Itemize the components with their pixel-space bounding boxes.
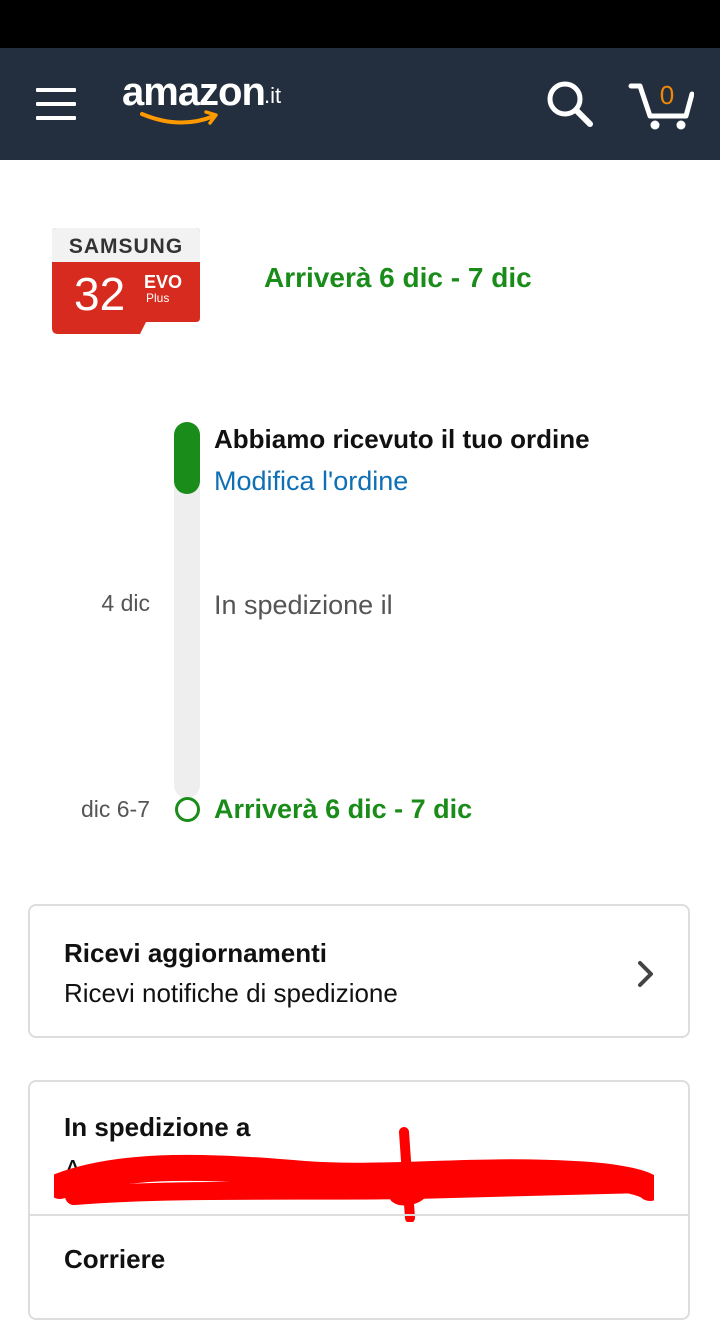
product-image[interactable]: SAMSUNG 32 EVO Plus xyxy=(50,226,202,338)
step-shipping-date: 4 dic xyxy=(101,590,150,616)
card-divider xyxy=(30,1214,688,1216)
svg-text:Plus: Plus xyxy=(146,291,169,305)
tracking-progress-bar xyxy=(174,422,200,494)
modify-order-link[interactable]: Modifica l'ordine xyxy=(214,466,408,497)
chevron-right-icon xyxy=(638,961,653,987)
updates-card-subtitle: Ricevi notifiche di spedizione xyxy=(64,978,398,1008)
arrival-milestone-dot xyxy=(175,797,200,822)
cart-count-badge: 0 xyxy=(659,80,675,110)
step-shipping-label: In spedizione il xyxy=(214,590,393,620)
logo-wordmark: amazon xyxy=(122,70,266,114)
top-navbar: amazon .it 0 xyxy=(0,48,720,160)
logo-tld: .it xyxy=(264,83,282,108)
carrier-title: Corriere xyxy=(64,1244,166,1274)
amazon-logo[interactable]: amazon .it xyxy=(122,68,292,128)
status-bar xyxy=(0,0,720,48)
hamburger-menu-icon[interactable] xyxy=(36,88,76,120)
search-icon xyxy=(547,81,593,127)
cart-button[interactable]: 0 xyxy=(628,76,695,132)
shipping-info-card: In spedizione a A Corriere xyxy=(28,1080,690,1320)
svg-text:SAMSUNG: SAMSUNG xyxy=(69,235,183,258)
step-arrival-date: dic 6-7 xyxy=(80,796,150,822)
redaction-scribble xyxy=(54,1127,654,1222)
step-order-received: Abbiamo ricevuto il tuo ordine xyxy=(214,424,590,454)
smile-arrow-icon xyxy=(140,110,218,125)
svg-text:32: 32 xyxy=(74,268,125,320)
search-button[interactable] xyxy=(544,78,596,130)
svg-text:EVO: EVO xyxy=(144,272,182,292)
updates-card-title: Ricevi aggiornamenti xyxy=(64,938,327,968)
receive-updates-card[interactable]: Ricevi aggiornamenti Ricevi notifiche di… xyxy=(28,904,690,1038)
step-arrival-label: Arriverà 6 dic - 7 dic xyxy=(214,794,473,824)
delivery-estimate: Arriverà 6 dic - 7 dic xyxy=(264,262,532,293)
